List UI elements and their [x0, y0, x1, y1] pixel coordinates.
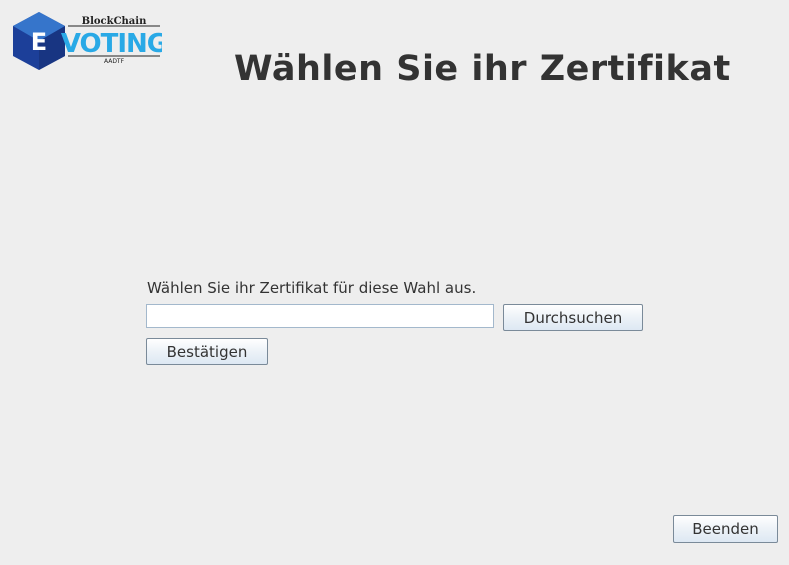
logo-top-text: BlockChain [82, 16, 147, 27]
certificate-path-input[interactable] [146, 304, 494, 328]
browse-button[interactable]: Durchsuchen [503, 304, 643, 331]
confirm-button[interactable]: Bestätigen [146, 338, 268, 365]
certificate-prompt-label: Wählen Sie ihr Zertifikat für diese Wahl… [147, 279, 477, 297]
logo-main-text: VOTING [61, 29, 162, 59]
application-window: E BlockChain VOTING AADTF Wählen Sie ihr… [0, 0, 789, 565]
app-logo: E BlockChain VOTING AADTF [10, 10, 162, 72]
logo-bottom-text: AADTF [104, 58, 125, 65]
logo-badge-letter: E [31, 28, 47, 56]
page-title: Wählen Sie ihr Zertifikat [234, 49, 731, 89]
quit-button[interactable]: Beenden [673, 515, 778, 543]
